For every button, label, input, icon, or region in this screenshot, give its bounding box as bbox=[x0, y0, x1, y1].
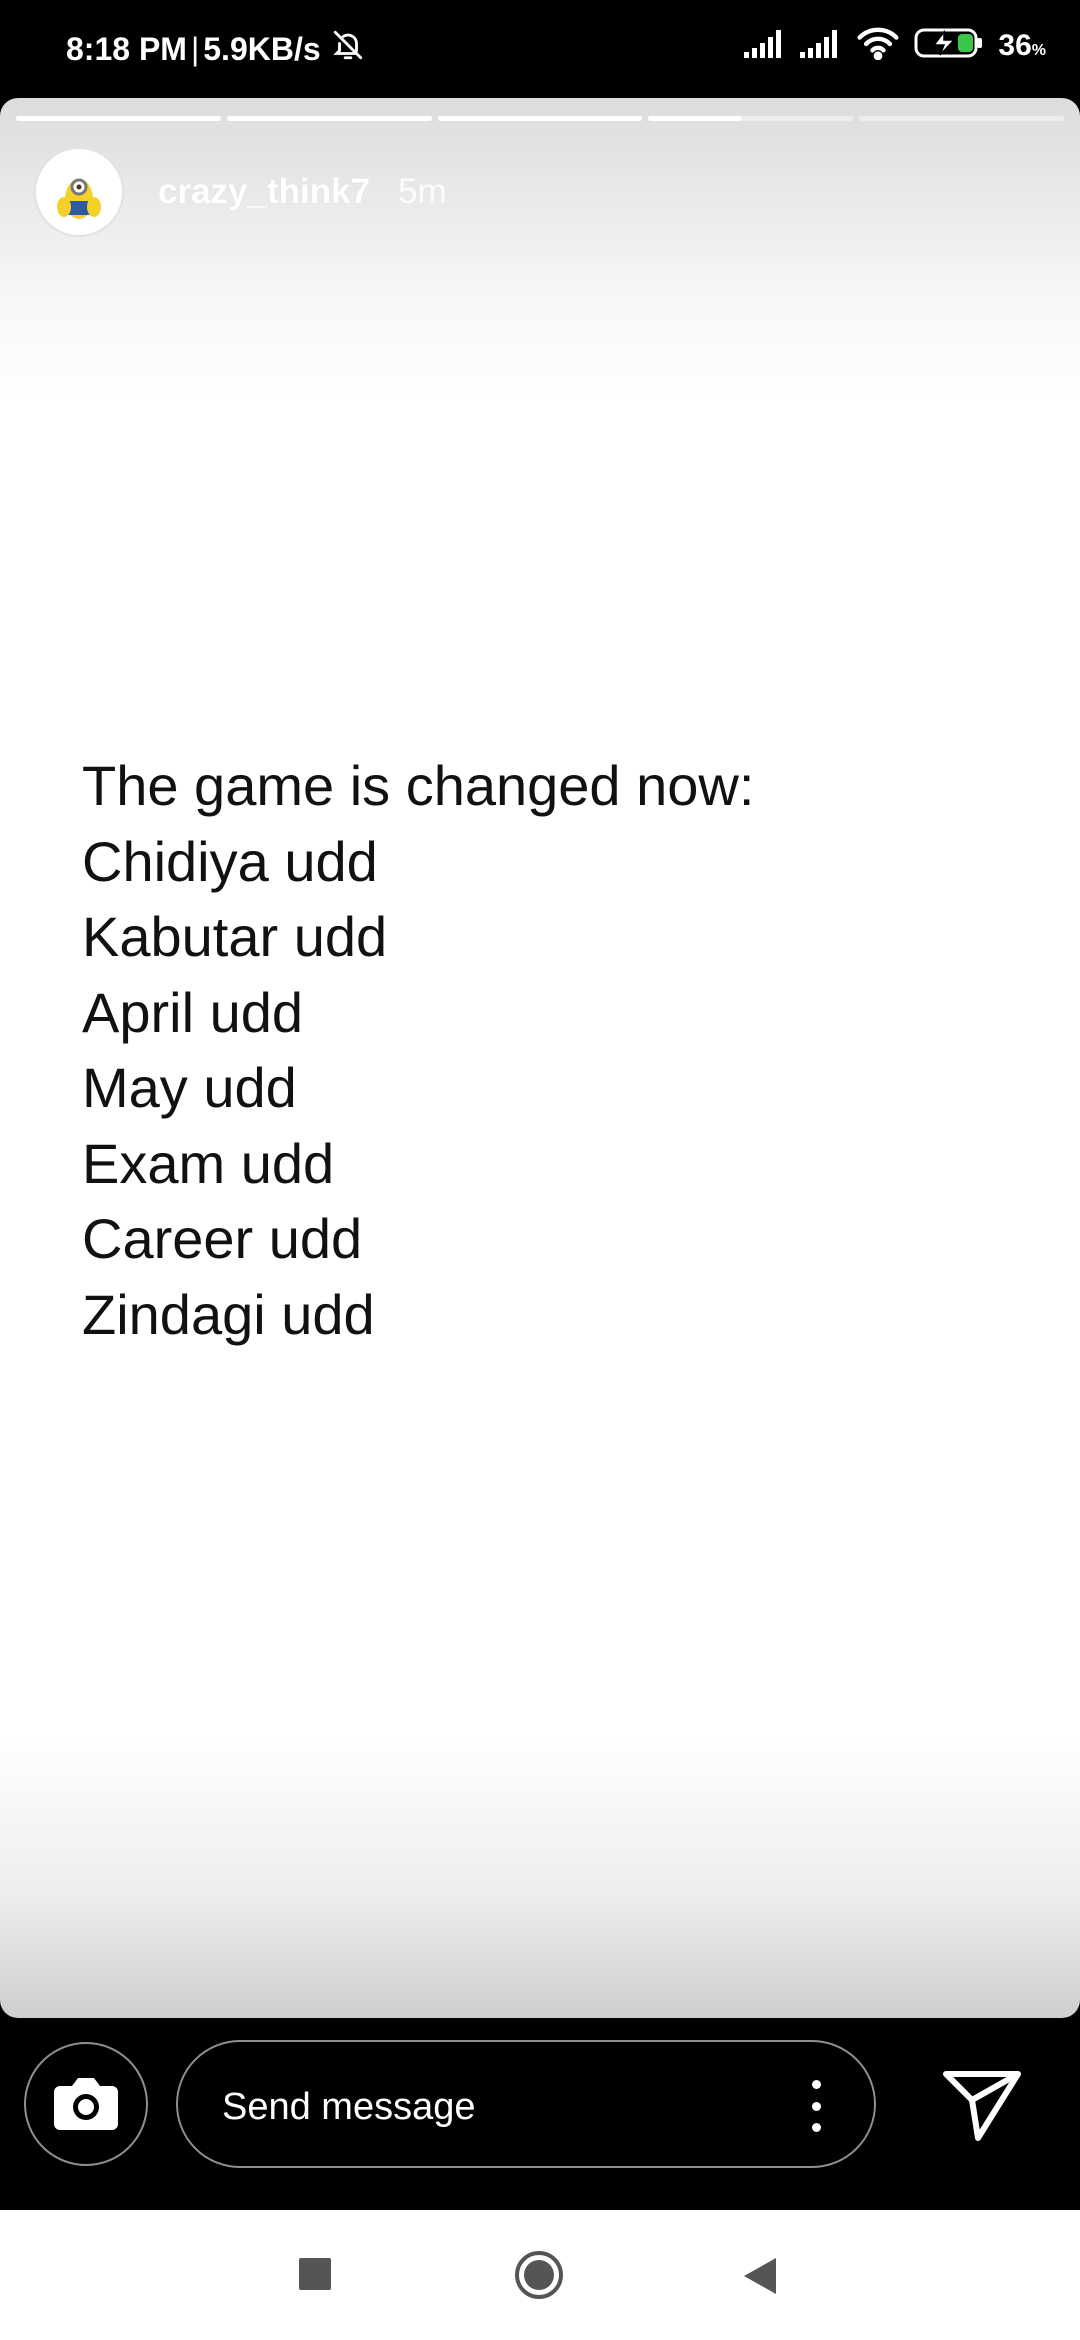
story-view[interactable]: crazy_think7 5m The game is changed now:… bbox=[0, 98, 1080, 2018]
progress-segment bbox=[648, 116, 854, 121]
battery-charging-icon bbox=[914, 27, 984, 64]
system-nav-bar bbox=[0, 2210, 1080, 2340]
avatar[interactable] bbox=[34, 147, 124, 237]
status-bar: 8:18 PM | 5.9KB/s 36% bbox=[0, 0, 1080, 98]
story-line: The game is changed now: bbox=[82, 754, 755, 817]
home-icon[interactable] bbox=[514, 2250, 564, 2300]
story-line: Kabutar udd bbox=[82, 905, 388, 968]
recents-icon[interactable] bbox=[299, 2258, 331, 2290]
progress-segment bbox=[16, 116, 221, 121]
wifi-icon bbox=[856, 26, 900, 65]
signal-icon bbox=[800, 28, 842, 63]
progress-segment bbox=[859, 116, 1064, 121]
story-line: April udd bbox=[82, 980, 304, 1044]
more-vertical-icon[interactable] bbox=[806, 2080, 826, 2132]
bell-off-icon bbox=[331, 28, 365, 70]
progress-segment bbox=[226, 116, 432, 121]
story-line: Zindagi udd bbox=[82, 1282, 375, 1346]
reply-bar: Send message bbox=[0, 2018, 1080, 2210]
story-line: Career udd bbox=[82, 1207, 363, 1270]
back-icon[interactable] bbox=[740, 2254, 780, 2298]
status-separator: | bbox=[190, 30, 200, 67]
progress-segment bbox=[437, 116, 643, 121]
send-message-input[interactable]: Send message bbox=[176, 2040, 876, 2168]
message-placeholder: Send message bbox=[222, 2086, 476, 2128]
send-icon bbox=[940, 2071, 1024, 2150]
send-button[interactable] bbox=[940, 2062, 1024, 2146]
story-line: May udd bbox=[82, 1056, 297, 1119]
story-line: Chidiya udd bbox=[82, 829, 378, 893]
camera-icon bbox=[52, 2072, 120, 2137]
network-speed: 5.9KB/s bbox=[203, 30, 321, 67]
battery-percent: 36% bbox=[998, 28, 1046, 62]
story-line: Exam udd bbox=[82, 1131, 335, 1195]
story-progress bbox=[16, 116, 1064, 121]
camera-button[interactable] bbox=[24, 2042, 148, 2166]
signal-icon bbox=[744, 28, 786, 63]
story-header: crazy_think7 5m bbox=[34, 147, 447, 237]
status-time: 8:18 PM bbox=[66, 30, 187, 67]
status-right: 36% bbox=[744, 26, 1046, 65]
story-username[interactable]: crazy_think7 bbox=[158, 172, 370, 212]
story-time: 5m bbox=[398, 172, 447, 211]
story-text: The game is changed now: Chidiya udd Kab… bbox=[82, 748, 754, 1352]
status-left: 8:18 PM | 5.9KB/s bbox=[66, 28, 365, 70]
